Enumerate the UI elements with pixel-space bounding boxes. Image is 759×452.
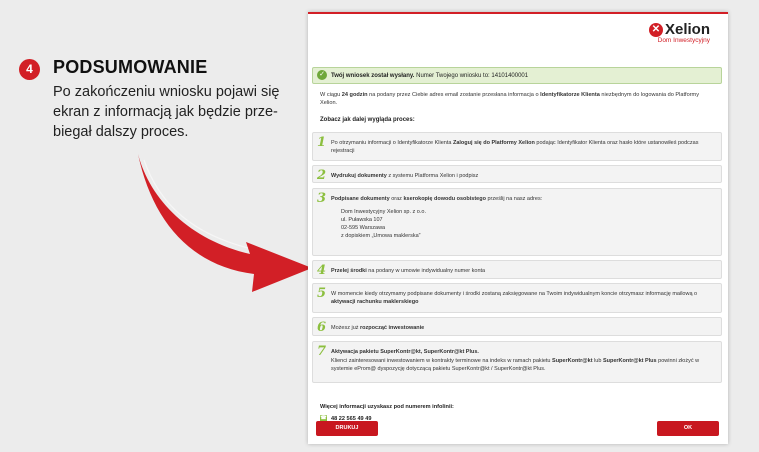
- step-text-bold: Aktywacja pakietu SuperKontr@kt, SuperKo…: [331, 349, 479, 355]
- step-text: Wydrukuj dokumenty z systemu Platforma X…: [331, 172, 716, 180]
- logo-tagline: Dom Inwestycyjny: [657, 37, 710, 44]
- step-text-bold: Wydrukuj dokumenty: [331, 173, 387, 179]
- step-text-part: Możesz już: [331, 325, 361, 331]
- step-text-bold: Zaloguj się do Platformy Xelion: [452, 140, 535, 146]
- step-text-bold: kserokopię dowodu osobistego: [403, 196, 486, 202]
- step-text-bold: SuperKontr@kt Plus: [602, 358, 657, 364]
- intro-bold: 24 godzin: [341, 92, 368, 98]
- process-step-7: 7 Aktywacja pakietu SuperKontr@kt, Super…: [312, 341, 722, 383]
- process-step-5: 5 W momencie kiedy otrzymamy podpisane d…: [312, 283, 722, 313]
- xelion-x-icon: ✕: [648, 22, 663, 37]
- intro-part: na podany przez Ciebie adres email zosta…: [367, 92, 541, 98]
- help-text: Więcej informacji uzyskasz pod numerem i…: [320, 404, 454, 410]
- success-rest: Numer Twojego wniosku to: 14101400001: [414, 73, 529, 79]
- summary-window: ✕ Xelion Dom Inwestycyjny ✓ Twój wniosek …: [308, 12, 728, 444]
- intro-part: W ciągu: [320, 92, 342, 98]
- process-step-1: 1 Po otrzymaniu informacji o Identyfikat…: [312, 132, 722, 161]
- step-text-part: Po otrzymaniu informacji o Identyfikator…: [331, 140, 453, 146]
- print-button[interactable]: DRUKUJ: [316, 421, 378, 436]
- mailing-address: Dom Inwestycyjny Xelion sp. z o.o. ul. P…: [341, 208, 726, 240]
- step-text-part: lub: [592, 358, 603, 364]
- step-text-part: prześlij na nasz adres:: [485, 196, 543, 202]
- address-line: z dopiskiem „Umowa maklerska”: [341, 233, 421, 239]
- step-text-bold: SuperKontr@kt: [552, 358, 593, 364]
- step-number: 2: [317, 168, 327, 183]
- step-number: 3: [317, 191, 327, 206]
- success-strong: Twój wniosek został wysłany.: [331, 73, 415, 79]
- process-step-2: 2 Wydrukuj dokumenty z systemu Platforma…: [312, 165, 722, 183]
- step-text: Przelej środki na podany w umowie indywi…: [331, 267, 716, 275]
- intro-text: W ciągu 24 godzin na podany przez Ciebie…: [320, 91, 716, 107]
- step-title: PODSUMOWANIE: [53, 57, 208, 77]
- step-number: 4: [317, 263, 327, 278]
- process-step-6: 6 Możesz już rozpocząć inwestowanie: [312, 317, 722, 336]
- step-text: Po otrzymaniu informacji o Identyfikator…: [331, 139, 716, 155]
- step-number-badge: 4: [19, 59, 40, 80]
- step-text-part: W momencie kiedy otrzymamy podpisane dok…: [331, 291, 698, 297]
- process-subheading: Zobacz jak dalej wygląda proces:: [320, 117, 415, 123]
- step-text-part: oraz: [389, 196, 404, 202]
- logo-name: Xelion: [664, 21, 710, 38]
- check-icon: ✓: [317, 70, 327, 81]
- ok-button[interactable]: OK: [657, 421, 719, 436]
- step-number: 5: [317, 286, 327, 301]
- step-text-part: z systemu Platforma Xelion i podpisz: [386, 173, 479, 179]
- step-text-bold: rozpocząć inwestowanie: [360, 325, 425, 331]
- step-text: Podpisane dokumenty oraz kserokopię dowo…: [331, 195, 716, 203]
- step-text-bold: aktywacji rachunku maklerskiego: [331, 299, 419, 305]
- intro-bold: Identyfikatorze Klienta: [540, 92, 600, 98]
- address-line: 02-595 Warszawa: [341, 225, 386, 231]
- step-number: 6: [317, 320, 327, 335]
- step-description: Po zakończeniu wniosku pojawi się ekran …: [53, 84, 280, 140]
- step-number: 7: [317, 344, 327, 359]
- red-arrow-icon: [138, 154, 312, 292]
- step-number: 1: [317, 135, 327, 150]
- step-detail: Klienci zainteresowani inwestowaniem w k…: [331, 357, 716, 373]
- success-banner: ✓ Twój wniosek został wysłany. Numer Twoj…: [312, 67, 722, 84]
- step-text: Aktywacja pakietu SuperKontr@kt, SuperKo…: [331, 348, 716, 356]
- address-line: ul. Puławska 107: [341, 217, 383, 223]
- process-step-4: 4 Przelej środki na podany w umowie indy…: [312, 260, 722, 279]
- address-line: Dom Inwestycyjny Xelion sp. z o.o.: [341, 209, 426, 215]
- step-text: Możesz już rozpocząć inwestowanie: [331, 324, 716, 332]
- step-text: W momencie kiedy otrzymamy podpisane dok…: [331, 290, 716, 306]
- step-text-part: Klienci zainteresowani inwestowaniem w k…: [331, 358, 553, 364]
- process-step-3: 3 Podpisane dokumenty oraz kserokopię do…: [312, 188, 722, 256]
- step-text-part: na podany w umowie indywidualny numer ko…: [366, 268, 486, 274]
- step-text-bold: Podpisane dokumenty: [331, 196, 390, 202]
- xelion-logo: ✕ Xelion Dom Inwestycyjny: [648, 21, 710, 44]
- step-text-bold: Przelej środki: [331, 268, 367, 274]
